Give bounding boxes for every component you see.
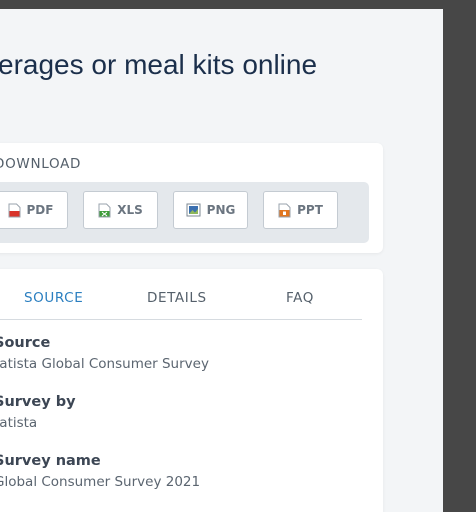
- statistic-page: erages or meal kits online DOWNLOAD PDF: [0, 9, 443, 512]
- page-title: erages or meal kits online: [0, 49, 318, 80]
- png-file-icon: [186, 203, 201, 217]
- ppt-file-icon: [278, 203, 291, 218]
- tab-details[interactable]: DETAILS: [147, 290, 207, 306]
- survey-name-value: Global Consumer Survey 2021: [0, 474, 201, 490]
- download-xls-button[interactable]: XLS: [83, 191, 158, 229]
- survey-by-item: Survey by tatista: [0, 394, 76, 431]
- download-png-label: PNG: [206, 203, 236, 217]
- download-buttons-tray: PDF XLS PNG PPT: [0, 182, 369, 243]
- download-pdf-label: PDF: [26, 203, 54, 217]
- survey-name-title: Survey name: [0, 453, 101, 469]
- info-tabs: SOURCE DETAILS FAQ: [0, 283, 362, 320]
- download-xls-label: XLS: [117, 203, 143, 217]
- download-ppt-button[interactable]: PPT: [263, 191, 338, 229]
- source-title: Source: [0, 335, 51, 351]
- download-png-button[interactable]: PNG: [173, 191, 248, 229]
- tab-faq[interactable]: FAQ: [286, 290, 314, 306]
- source-info-card: SOURCE DETAILS FAQ Source tatista Global…: [0, 269, 383, 512]
- survey-by-value: tatista: [0, 415, 38, 431]
- download-ppt-label: PPT: [297, 203, 323, 217]
- source-value: tatista Global Consumer Survey: [0, 356, 209, 372]
- survey-by-title: Survey by: [0, 394, 76, 410]
- survey-name-item: Survey name Global Consumer Survey 2021: [0, 453, 200, 490]
- download-pdf-button[interactable]: PDF: [0, 191, 68, 229]
- window-edge: [443, 9, 476, 512]
- xls-file-icon: [98, 203, 111, 218]
- tab-source[interactable]: SOURCE: [24, 290, 83, 306]
- pdf-file-icon: [8, 203, 21, 218]
- source-item: Source tatista Global Consumer Survey: [0, 335, 209, 372]
- download-card: DOWNLOAD PDF XLS PNG PPT: [0, 143, 383, 253]
- download-label: DOWNLOAD: [0, 156, 82, 172]
